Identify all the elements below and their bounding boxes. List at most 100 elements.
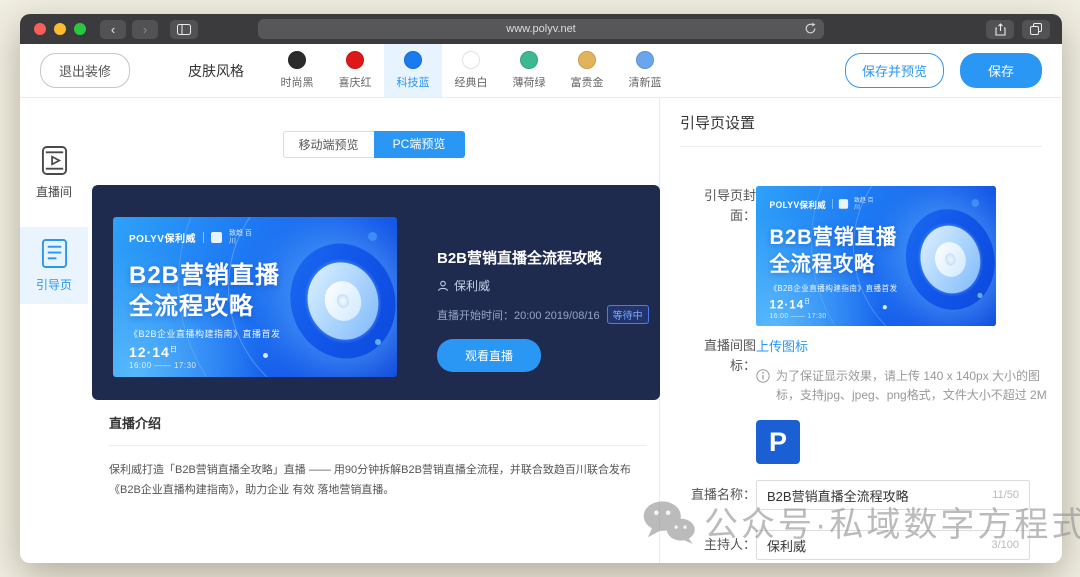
swatch-label: 喜庆红 [339, 74, 372, 90]
tabs-overview-button[interactable] [1022, 20, 1050, 39]
close-window-icon[interactable] [34, 23, 46, 35]
skin-swatch-green[interactable]: 薄荷绿 [500, 44, 558, 97]
decor-dot [375, 339, 381, 345]
swatch-label: 清新蓝 [629, 74, 662, 90]
live-intro-text: 保利威打造「B2B营销直播全攻略」直播 —— 用90分钟拆解B2B营销直播全流程… [109, 460, 641, 501]
tabs-icon [1030, 23, 1042, 35]
sidebar-icon [177, 24, 191, 35]
page-content: 退出装修 皮肤风格 时尚黑 喜庆红 科技蓝 经典白 [20, 44, 1062, 563]
preview-area: 移动端预览 PC端预览 POLY [88, 98, 660, 563]
decor-dot [368, 232, 377, 241]
decor-dot [263, 353, 268, 358]
partner-logo-icon [839, 199, 848, 209]
host-counter: 3/100 [991, 539, 1019, 551]
divider [109, 445, 647, 446]
tab-pc-preview[interactable]: PC端预览 [374, 131, 465, 158]
skin-style-label: 皮肤风格 [188, 61, 244, 81]
person-icon [437, 280, 449, 292]
swatch-label: 经典白 [455, 74, 488, 90]
left-sidebar: 直播间 引导页 [20, 98, 88, 563]
swatch-label: 时尚黑 [281, 74, 314, 90]
cover-date: 12·14日 [129, 344, 178, 360]
polyv-brand-logo: POLYV保利威 [129, 230, 196, 245]
url-text: www.polyv.net [506, 23, 576, 35]
live-host-name: 保利威 [454, 277, 490, 294]
upload-icon-link[interactable]: 上传图标 [756, 336, 1056, 355]
swatch-color-black [288, 51, 306, 69]
live-info-block: B2B营销直播全流程攻略 保利威 直播开始时间：20:00 2019/08/16… [437, 247, 649, 372]
live-intro-section: 直播介绍 保利威打造「B2B营销直播全攻略」直播 —— 用90分钟拆解B2B营销… [109, 413, 647, 501]
exit-decoration-button[interactable]: 退出装修 [40, 53, 130, 88]
share-button[interactable] [986, 20, 1014, 39]
live-title: B2B营销直播全流程攻略 [437, 247, 649, 268]
polyv-brand-logo: POLYV保利威 [770, 198, 827, 211]
watch-live-button[interactable]: 观看直播 [437, 339, 541, 372]
live-start-time-row: 直播开始时间：20:00 2019/08/16 等待中 [437, 305, 649, 324]
swatch-label: 科技蓝 [397, 74, 430, 90]
partner-name: 致趋 百川 [854, 197, 876, 210]
forward-button[interactable]: › [132, 20, 158, 39]
host-label: 主持人： [680, 535, 756, 555]
live-name-row: 直播名称： B2B营销直播全流程攻略 11/50 [680, 480, 1042, 510]
skin-swatch-red[interactable]: 喜庆红 [326, 44, 384, 97]
swatch-label: 富贵金 [571, 74, 604, 90]
swatch-color-white [462, 51, 480, 69]
save-button[interactable]: 保存 [960, 53, 1042, 88]
live-cover-image: POLYV保利威 致趋 百川 B2B营销直播 全流程攻略 《B2B企业直播构建指… [113, 217, 397, 377]
room-icon-label: 直播间图标： [680, 336, 756, 464]
host-row: 主持人： 保利威 3/100 [680, 530, 1042, 560]
sidebar-item-label: 引导页 [36, 276, 72, 293]
upload-hint-text: 为了保证显示效果，请上传 140 x 140px 大小的图标，支持jpg、jpe… [776, 367, 1056, 404]
sidebar-toggle-button[interactable] [170, 20, 198, 39]
partner-logo-icon [211, 232, 222, 243]
browser-window: ‹ › www.polyv.net [20, 14, 1062, 563]
room-icon-setting-row: 直播间图标： 上传图标 为了保证显示效果，请上传 140 x 140px 大小的… [680, 336, 1042, 464]
upload-hint: 为了保证显示效果，请上传 140 x 140px 大小的图标，支持jpg、jpe… [756, 367, 1056, 404]
host-input[interactable]: 保利威 3/100 [756, 530, 1030, 560]
cover-brand-row: POLYV保利威 致趋 百川 [129, 230, 255, 245]
status-badge: 等待中 [607, 305, 649, 324]
sidebar-item-guide-page[interactable]: 引导页 [20, 227, 88, 304]
zoom-window-icon[interactable] [74, 23, 86, 35]
swatch-color-fresh-blue [636, 51, 654, 69]
live-name-label: 直播名称： [680, 485, 756, 505]
host-value: 保利威 [767, 536, 806, 555]
swatch-color-gold [578, 51, 596, 69]
back-button[interactable]: ‹ [100, 20, 126, 39]
skin-swatch-fresh-blue[interactable]: 清新蓝 [616, 44, 674, 97]
skin-swatch-tech-blue[interactable]: 科技蓝 [384, 44, 442, 97]
reload-icon[interactable] [804, 22, 817, 35]
skin-swatch-black[interactable]: 时尚黑 [268, 44, 326, 97]
decoration-toolbar: 退出装修 皮肤风格 时尚黑 喜庆红 科技蓝 经典白 [20, 44, 1062, 98]
cover-setting-label: 引导页封面： [680, 186, 756, 326]
cover-time: 16:00 —— 17:30 [129, 361, 196, 370]
skin-swatches: 时尚黑 喜庆红 科技蓝 经典白 薄荷绿 [268, 44, 674, 97]
guide-page-settings-panel: 引导页设置 引导页封面： POLYV保利威 [660, 98, 1062, 563]
skin-swatch-white[interactable]: 经典白 [442, 44, 500, 97]
guide-cover-thumbnail[interactable]: POLYV保利威 致趋 百川 B2B营销直播 全流程攻略 《B2B企业直播构建指… [756, 186, 996, 326]
cover-title: B2B营销直播 全流程攻略 [129, 261, 280, 322]
live-name-input[interactable]: B2B营销直播全流程攻略 11/50 [756, 480, 1030, 510]
preview-tabs: 移动端预览 PC端预览 [283, 131, 465, 158]
share-icon [995, 23, 1006, 36]
live-room-icon [41, 145, 68, 176]
address-bar[interactable]: www.polyv.net [258, 19, 824, 39]
tab-mobile-preview[interactable]: 移动端预览 [283, 131, 374, 158]
sidebar-item-live-room[interactable]: 直播间 [20, 134, 88, 211]
traffic-lights [34, 23, 86, 35]
live-name-value: B2B营销直播全流程攻略 [767, 486, 909, 505]
guide-page-preview-panel: POLYV保利威 致趋 百川 B2B营销直播 全流程攻略 《B2B企业直播构建指… [92, 185, 660, 400]
save-and-preview-button[interactable]: 保存并预览 [845, 53, 944, 88]
partner-name: 致趋 百川 [229, 230, 255, 245]
polyv-p-logo: P [756, 420, 800, 464]
browser-titlebar: ‹ › www.polyv.net [20, 14, 1062, 44]
live-intro-heading: 直播介绍 [109, 413, 647, 432]
cover-setting-row: 引导页封面： POLYV保利威 致趋 百川 [680, 186, 1042, 326]
cover-title-line2: 全流程攻略 [129, 292, 280, 323]
guide-page-icon [41, 238, 68, 269]
skin-swatch-gold[interactable]: 富贵金 [558, 44, 616, 97]
swatch-label: 薄荷绿 [513, 74, 546, 90]
minimize-window-icon[interactable] [54, 23, 66, 35]
sidebar-item-label: 直播间 [36, 183, 72, 200]
logo-letter: P [769, 427, 787, 458]
